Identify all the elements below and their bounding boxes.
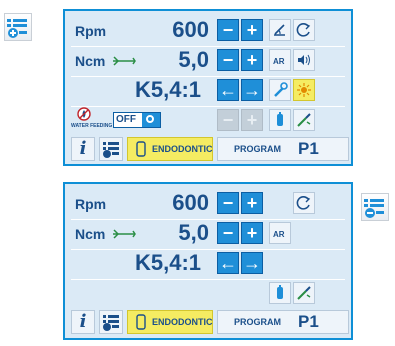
- info-icon: i: [79, 311, 87, 332]
- expand-list-icon[interactable]: [4, 13, 32, 41]
- torque-row: Ncm 5,0 − + AR: [71, 47, 345, 77]
- torque-increase-button[interactable]: +: [241, 49, 263, 71]
- water-feeding-label: WATER FEEDING: [71, 123, 113, 129]
- ratio-previous-button[interactable]: ←: [217, 79, 239, 101]
- svg-text:AR: AR: [273, 57, 285, 66]
- torque-wrench-icon: [111, 227, 137, 245]
- auto-stop-icon[interactable]: [269, 19, 291, 41]
- program-label: PROGRAM: [234, 144, 281, 154]
- reverse-rotation-icon[interactable]: [293, 192, 315, 214]
- water-feeding-state: OFF: [116, 114, 136, 125]
- ratio-next-button[interactable]: →: [241, 252, 263, 274]
- irrigation-bottle-icon[interactable]: [269, 282, 291, 304]
- info-button[interactable]: i: [71, 310, 95, 334]
- torque-decrease-button[interactable]: −: [217, 49, 239, 71]
- speed-decrease-button[interactable]: −: [217, 192, 239, 214]
- program-label: PROGRAM: [234, 317, 281, 327]
- program-button[interactable]: PROGRAM P1: [217, 310, 349, 334]
- program-list-button[interactable]: [99, 310, 123, 334]
- speed-decrease-button[interactable]: −: [217, 19, 239, 41]
- program-number: P1: [298, 139, 319, 158]
- program-list-button[interactable]: [99, 137, 123, 161]
- handpiece-icon[interactable]: [293, 282, 315, 304]
- ratio-value: K5,4:1: [135, 250, 202, 275]
- ratio-next-button[interactable]: →: [241, 79, 263, 101]
- program-button[interactable]: PROGRAM P1: [217, 137, 349, 161]
- torque-decrease-button[interactable]: −: [217, 222, 239, 244]
- auto-reverse-icon[interactable]: AR: [269, 222, 291, 244]
- sound-icon[interactable]: [293, 49, 315, 71]
- endo-file-icon: [134, 141, 148, 162]
- torque-increase-button[interactable]: +: [241, 222, 263, 244]
- bottom-bar: i ENDODONTIC PROGRAM P1: [71, 137, 349, 163]
- speed-increase-button[interactable]: +: [241, 19, 263, 41]
- speed-value: 600: [172, 190, 209, 215]
- info-icon: i: [79, 138, 87, 159]
- speed-row: Rpm 600 − +: [71, 190, 345, 220]
- bottom-bar: i ENDODONTIC PROGRAM P1: [71, 310, 349, 336]
- auto-reverse-icon[interactable]: AR: [269, 49, 291, 71]
- control-panel-collapsed: Rpm 600 − + Ncm 5,0 − + AR K5,4:1 ← → i …: [63, 182, 353, 340]
- torque-label: Ncm: [75, 53, 106, 69]
- water-feeding-toggle[interactable]: OFF: [113, 112, 161, 128]
- torque-row: Ncm 5,0 − + AR: [71, 220, 345, 250]
- speed-value: 600: [172, 17, 209, 42]
- control-panel-expanded: Rpm 600 − + Ncm 5,0 − + AR K5,4:1 ← → WA…: [63, 9, 353, 166]
- wrench-settings-icon[interactable]: [269, 79, 291, 101]
- water-feeding-row: WATER FEEDING OFF − +: [71, 107, 345, 135]
- water-increase-button[interactable]: +: [241, 109, 263, 131]
- water-decrease-button[interactable]: −: [217, 109, 239, 131]
- light-icon[interactable]: [293, 79, 315, 101]
- endodontic-label: ENDODONTIC: [152, 317, 213, 327]
- speed-label: Rpm: [75, 23, 107, 39]
- speed-label: Rpm: [75, 196, 107, 212]
- endo-file-icon: [134, 314, 148, 335]
- endodontic-mode-button[interactable]: ENDODONTIC: [127, 310, 213, 334]
- collapse-list-icon[interactable]: [361, 193, 389, 221]
- svg-text:AR: AR: [273, 230, 285, 239]
- torque-label: Ncm: [75, 226, 106, 242]
- ratio-previous-button[interactable]: ←: [217, 252, 239, 274]
- speed-increase-button[interactable]: +: [241, 192, 263, 214]
- ratio-row: K5,4:1 ← →: [71, 250, 345, 280]
- ratio-row: K5,4:1 ← →: [71, 77, 345, 107]
- torque-value: 5,0: [178, 220, 209, 245]
- info-button[interactable]: i: [71, 137, 95, 161]
- torque-wrench-icon: [111, 54, 137, 72]
- speed-row: Rpm 600 − +: [71, 17, 345, 47]
- torque-value: 5,0: [178, 47, 209, 72]
- accessory-row: [71, 280, 345, 308]
- irrigation-bottle-icon[interactable]: [269, 109, 291, 131]
- handpiece-icon[interactable]: [293, 109, 315, 131]
- reverse-rotation-icon[interactable]: [293, 19, 315, 41]
- ratio-value: K5,4:1: [135, 77, 202, 102]
- endodontic-mode-button[interactable]: ENDODONTIC: [127, 137, 213, 161]
- endodontic-label: ENDODONTIC: [152, 144, 213, 154]
- program-number: P1: [298, 312, 319, 331]
